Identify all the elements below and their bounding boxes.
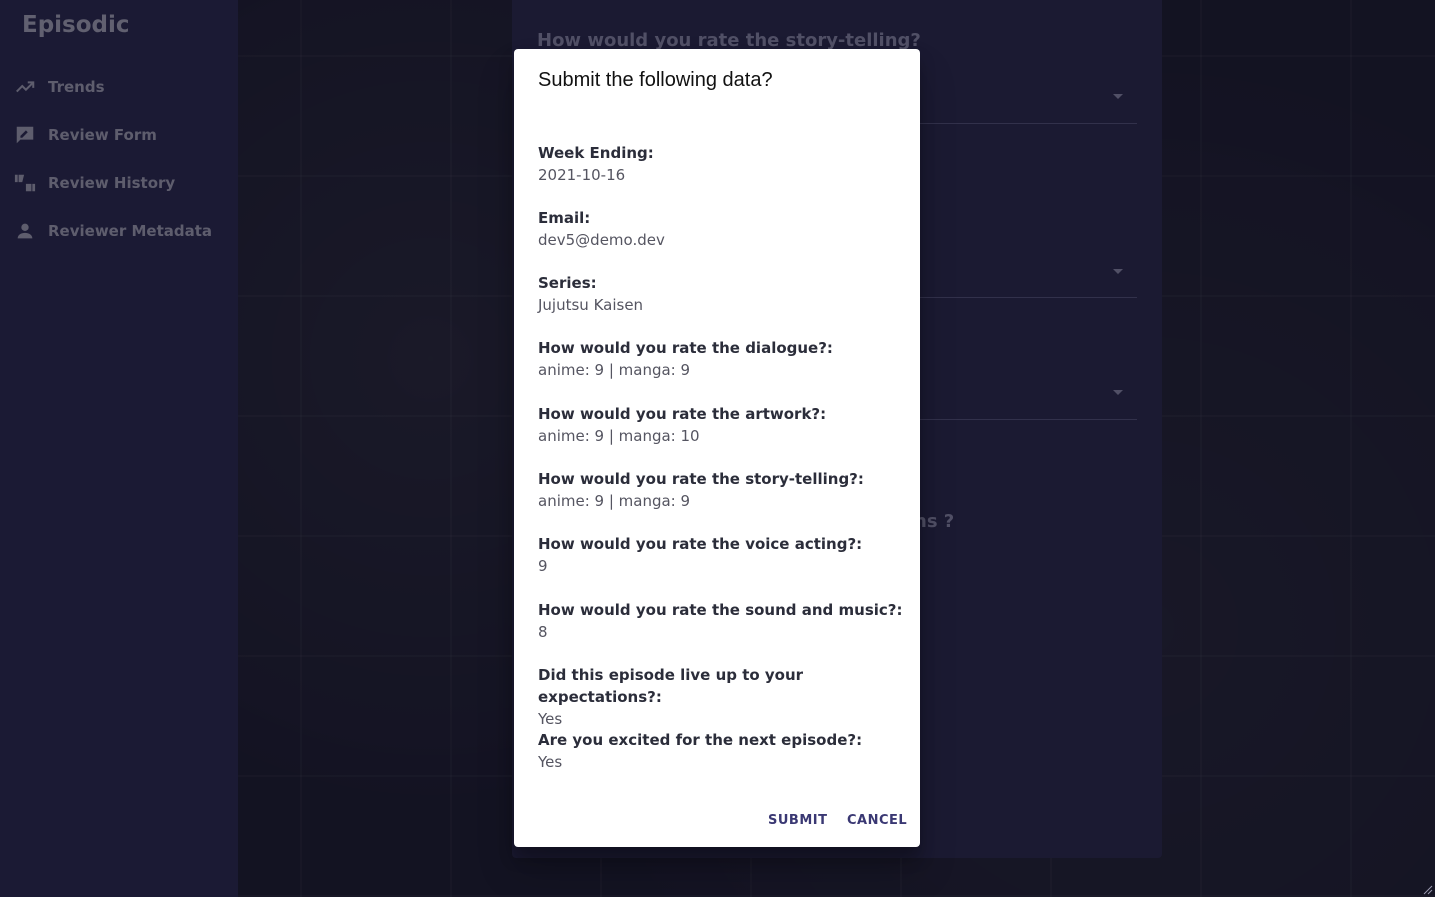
field-label: How would you rate the artwork?: [538,405,827,423]
field-label: How would you rate the sound and music?: [538,601,903,619]
field-label: How would you rate the voice acting?: [538,535,863,553]
field-value: 8 [538,623,548,641]
field-value: 2021-10-16 [538,166,626,184]
field-label: Email: [538,209,591,227]
field-value: anime: 9 | manga: 10 [538,427,700,445]
field-excited-next: Are you excited for the next episode?: Y… [538,729,908,773]
field-label: Week Ending: [538,144,654,162]
field-label: How would you rate the story-telling?: [538,470,864,488]
field-label: Series: [538,274,597,292]
field-label: How would you rate the dialogue?: [538,339,833,357]
field-value: Yes [538,753,563,771]
field-email: Email: dev5@demo.dev [538,207,908,251]
field-value: dev5@demo.dev [538,231,665,249]
field-value: 9 [538,557,548,575]
resize-grip-icon[interactable] [1423,885,1433,895]
field-value: anime: 9 | manga: 9 [538,361,691,379]
field-storytelling-rating: How would you rate the story-telling?: a… [538,468,908,512]
field-value: Yes [538,710,563,728]
field-label: Did this episode live up to your expecta… [538,666,804,706]
field-series: Series: Jujutsu Kaisen [538,272,908,316]
field-week-ending: Week Ending: 2021-10-16 [538,142,908,186]
field-sound-music-rating: How would you rate the sound and music?:… [538,599,908,643]
field-value: anime: 9 | manga: 9 [538,492,691,510]
field-value: Jujutsu Kaisen [538,296,644,314]
field-label: Are you excited for the next episode?: [538,731,863,749]
field-expectations: Did this episode live up to your expecta… [538,664,908,730]
dialog-title: Submit the following data? [538,69,773,91]
submit-button[interactable]: SUBMIT [762,807,833,833]
field-dialogue-rating: How would you rate the dialogue?: anime:… [538,337,908,381]
field-voice-acting-rating: How would you rate the voice acting?: 9 [538,533,908,577]
confirm-submit-dialog: Submit the following data? Week Ending: … [514,49,920,847]
cancel-button[interactable]: CANCEL [841,807,913,833]
field-artwork-rating: How would you rate the artwork?: anime: … [538,403,908,447]
